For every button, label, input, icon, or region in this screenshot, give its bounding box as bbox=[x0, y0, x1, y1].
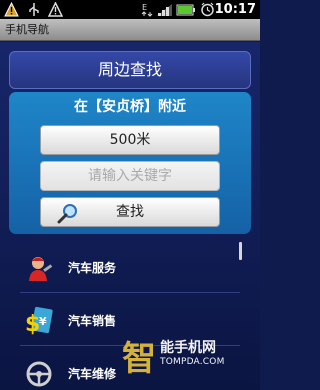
divider bbox=[20, 292, 240, 293]
nearby-search-header: 周边查找 bbox=[9, 51, 251, 89]
search-button[interactable]: 查找 bbox=[40, 197, 220, 227]
magnifier-icon bbox=[57, 204, 77, 224]
app-title-bar: 手机导航 bbox=[0, 19, 260, 41]
usb-icon bbox=[29, 3, 39, 16]
svg-text:¥: ¥ bbox=[39, 315, 47, 328]
money-icon: $ ¥ bbox=[25, 306, 53, 336]
list-item-car-service[interactable]: 汽车服务 bbox=[0, 244, 236, 292]
watermark-text: 能手机网 bbox=[160, 340, 216, 356]
watermark: 智 能手机网 TOMPDA.COM bbox=[120, 332, 260, 390]
scrollbar[interactable] bbox=[239, 242, 242, 260]
signal-bars-icon bbox=[157, 4, 172, 16]
signal-e-icon: E bbox=[141, 3, 153, 17]
list-item-label: 汽车服务 bbox=[68, 261, 117, 275]
list-item-label: 汽车维修 bbox=[68, 367, 117, 381]
status-bar: E 10:17 bbox=[0, 0, 260, 19]
warning-icon bbox=[48, 2, 63, 17]
alarm-icon bbox=[201, 2, 214, 17]
search-button-label: 查找 bbox=[116, 204, 144, 220]
battery-icon bbox=[176, 4, 195, 16]
keyword-input[interactable]: 请输入关键字 bbox=[40, 161, 220, 191]
location-label: 在【安贞桥】附近 bbox=[74, 99, 186, 115]
list-item-label: 汽车销售 bbox=[68, 314, 117, 328]
clock: 10:17 bbox=[214, 2, 256, 17]
svg-text:智: 智 bbox=[122, 339, 156, 378]
watermark-url: TOMPDA.COM bbox=[160, 357, 225, 367]
steering-wheel-icon bbox=[26, 361, 52, 387]
app-title: 手机导航 bbox=[5, 23, 49, 36]
warning-icon bbox=[4, 2, 19, 17]
svg-text:E: E bbox=[142, 3, 147, 12]
mechanic-icon bbox=[29, 257, 53, 281]
search-panel: 在【安贞桥】附近 500米 请输入关键字 查找 bbox=[9, 92, 251, 234]
distance-button[interactable]: 500米 bbox=[40, 125, 220, 155]
watermark-logo: 智 bbox=[122, 339, 156, 378]
